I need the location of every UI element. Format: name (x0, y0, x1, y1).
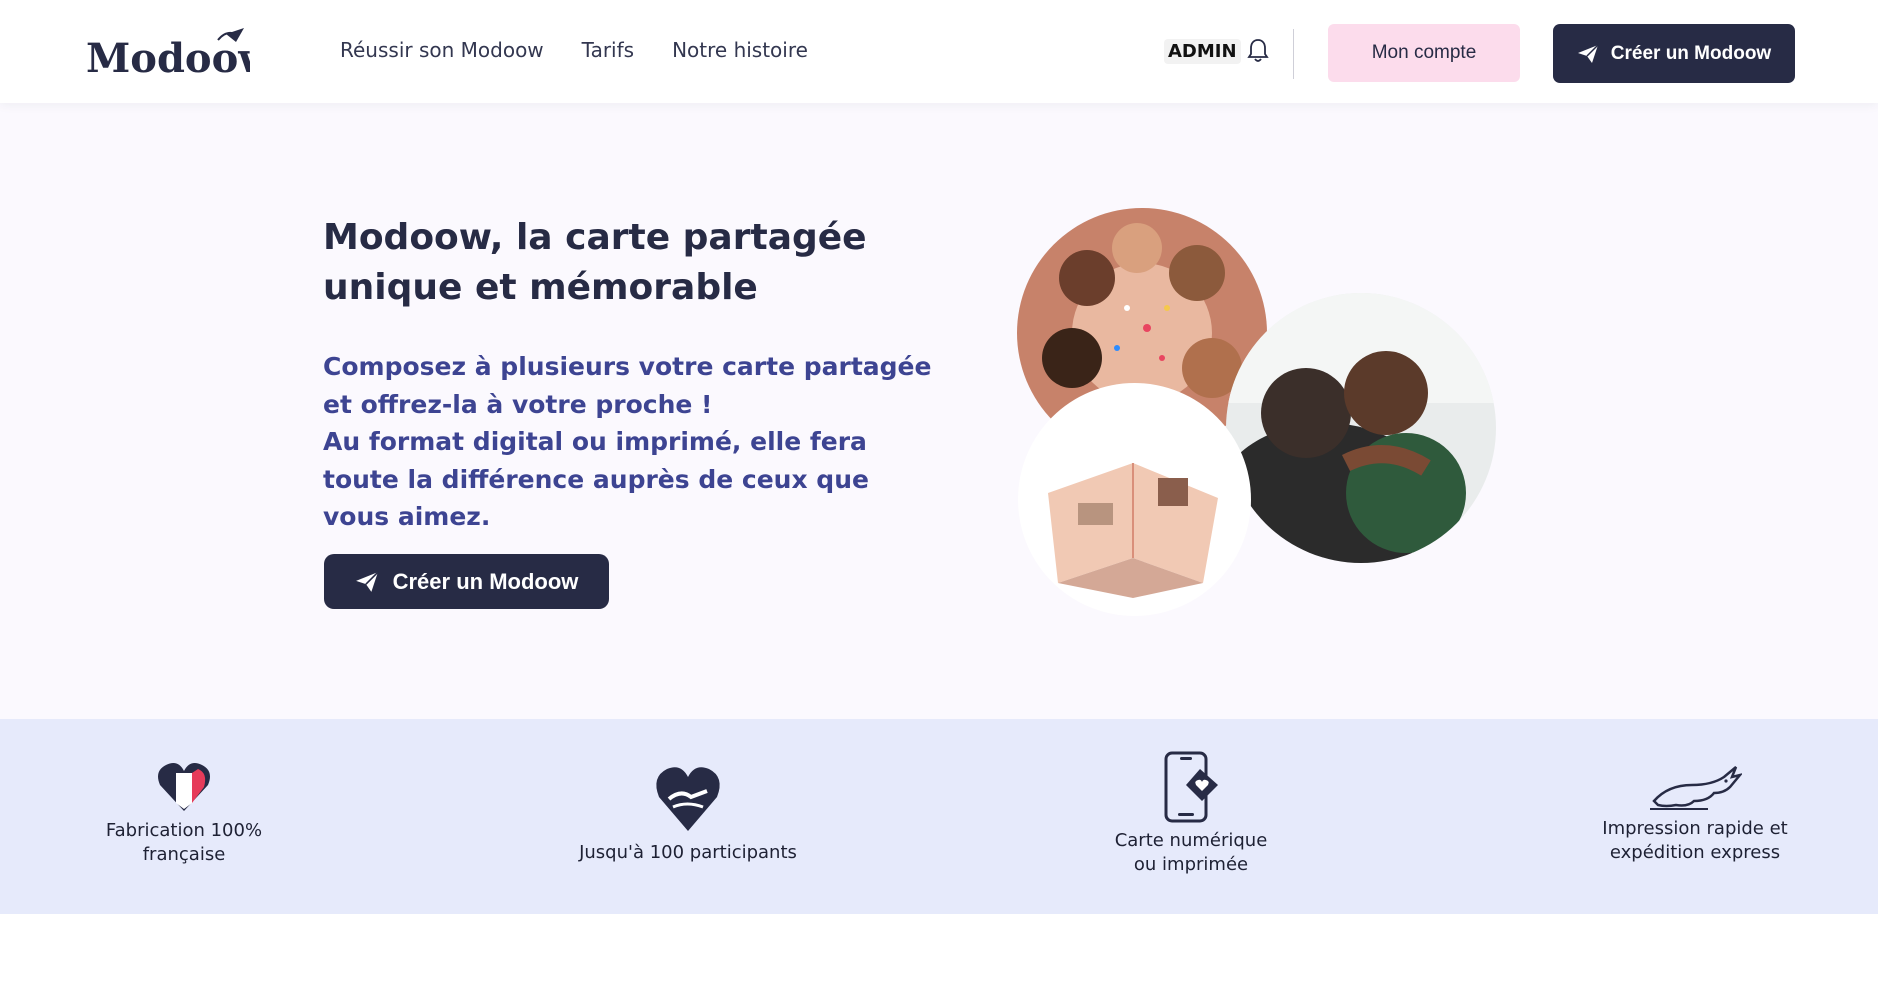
feature-fast-shipping: Impression rapide et expédition express (1585, 761, 1805, 865)
photo-hug (1226, 293, 1496, 563)
svg-text:Modoow: Modoow (86, 35, 250, 82)
nav-tarifs[interactable]: Tarifs (582, 38, 634, 62)
hero-section: Modoow, la carte partagée unique et mémo… (0, 103, 1878, 719)
hero-subtitle-line2: Au format digital ou imprimé, elle fera … (323, 427, 869, 531)
feature-label-france: Fabrication 100% française (105, 820, 263, 865)
phone-card-icon (1164, 751, 1218, 823)
my-account-button[interactable]: Mon compte (1328, 24, 1520, 82)
features-band: Fabrication 100% française Jusqu'à 100 p… (0, 719, 1878, 914)
hero-title: Modoow, la carte partagée unique et mémo… (323, 217, 867, 308)
admin-notifications[interactable]: ADMIN (1164, 38, 1269, 64)
hands-heart-icon (656, 767, 720, 831)
nav-reussir-son-modoow[interactable]: Réussir son Modoow (340, 38, 544, 62)
hero-subtitle-line1: Composez à plusieurs votre carte partagé… (323, 352, 932, 419)
site-header: Modoow Réussir son Modoow Tarifs Notre h… (0, 0, 1878, 103)
modoow-logo[interactable]: Modoow (86, 26, 250, 82)
create-modoow-hero-label: Créer un Modoow (392, 568, 579, 594)
feature-label-digital: Carte numérique ou imprimée (1114, 830, 1268, 875)
france-heart-icon (158, 763, 210, 811)
feature-digital-or-printed: Carte numérique ou imprimée (1101, 751, 1281, 877)
nav-notre-histoire[interactable]: Notre histoire (672, 38, 808, 62)
header-divider (1293, 29, 1294, 79)
rabbit-icon (1650, 766, 1742, 810)
create-modoow-button-header[interactable]: Créer un Modoow (1553, 24, 1795, 83)
feature-label-shipping: Impression rapide et expédition express (1602, 818, 1788, 863)
feature-made-in-france: Fabrication 100% française (94, 761, 274, 867)
feature-label-participants: Jusqu'à 100 participants (579, 842, 797, 863)
photo-printed-book (1018, 383, 1251, 616)
admin-label: ADMIN (1164, 38, 1241, 64)
paper-plane-icon (355, 571, 379, 592)
hero-subtitle: Composez à plusieurs votre carte partagé… (323, 348, 943, 536)
main-nav: Réussir son Modoow Tarifs Notre histoire (340, 38, 808, 62)
feature-participants: Jusqu'à 100 participants (568, 761, 808, 865)
bell-icon[interactable] (1246, 38, 1269, 64)
create-modoow-label: Créer un Modoow (1610, 42, 1772, 64)
create-modoow-button-hero[interactable]: Créer un Modoow (324, 554, 609, 609)
paper-plane-icon (1577, 43, 1599, 63)
